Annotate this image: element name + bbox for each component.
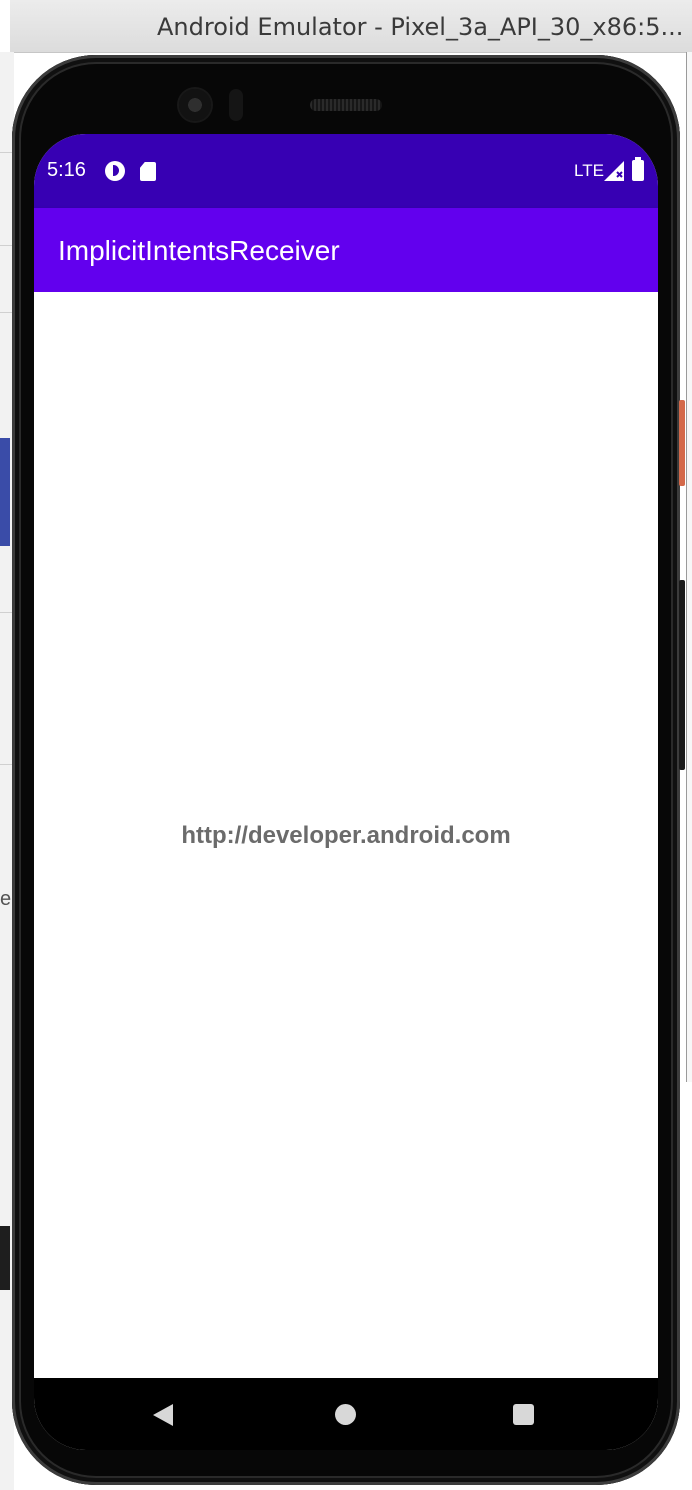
- app-bar: ImplicitIntentsReceiver: [34, 208, 658, 292]
- status-bar[interactable]: 5:16 LTE: [34, 134, 658, 208]
- status-time: 5:16: [47, 159, 86, 181]
- recents-icon[interactable]: [513, 1404, 534, 1425]
- device-screen[interactable]: 5:16 LTE ImplicitIntentsReceiver http://…: [34, 134, 658, 1450]
- background-ide-panel: [0, 1226, 10, 1290]
- emulator-title-bar[interactable]: Android Emulator - Pixel_3a_API_30_x86:5…: [10, 0, 692, 53]
- volume-button[interactable]: [679, 580, 685, 770]
- signal-icon: [604, 161, 624, 181]
- sensor-icon: [229, 89, 243, 121]
- window-title: Android Emulator - Pixel_3a_API_30_x86:5…: [157, 13, 684, 41]
- battery-icon: [632, 157, 644, 181]
- sd-card-icon: [140, 162, 156, 181]
- data-saver-icon: [105, 161, 125, 181]
- main-content: http://developer.android.com: [34, 292, 658, 1378]
- earpiece-speaker: [310, 99, 382, 111]
- navigation-bar: [34, 1378, 658, 1450]
- app-title: ImplicitIntentsReceiver: [58, 235, 340, 266]
- uri-text: http://developer.android.com: [181, 822, 511, 849]
- network-type: LTE: [574, 161, 604, 180]
- background-window-edge: [686, 52, 692, 1082]
- back-icon[interactable]: [153, 1404, 173, 1426]
- home-icon[interactable]: [335, 1404, 356, 1425]
- background-ide-selection: [0, 438, 10, 546]
- front-camera-icon: [179, 89, 211, 121]
- power-button[interactable]: [679, 400, 685, 486]
- background-ide-text: e: [0, 888, 12, 910]
